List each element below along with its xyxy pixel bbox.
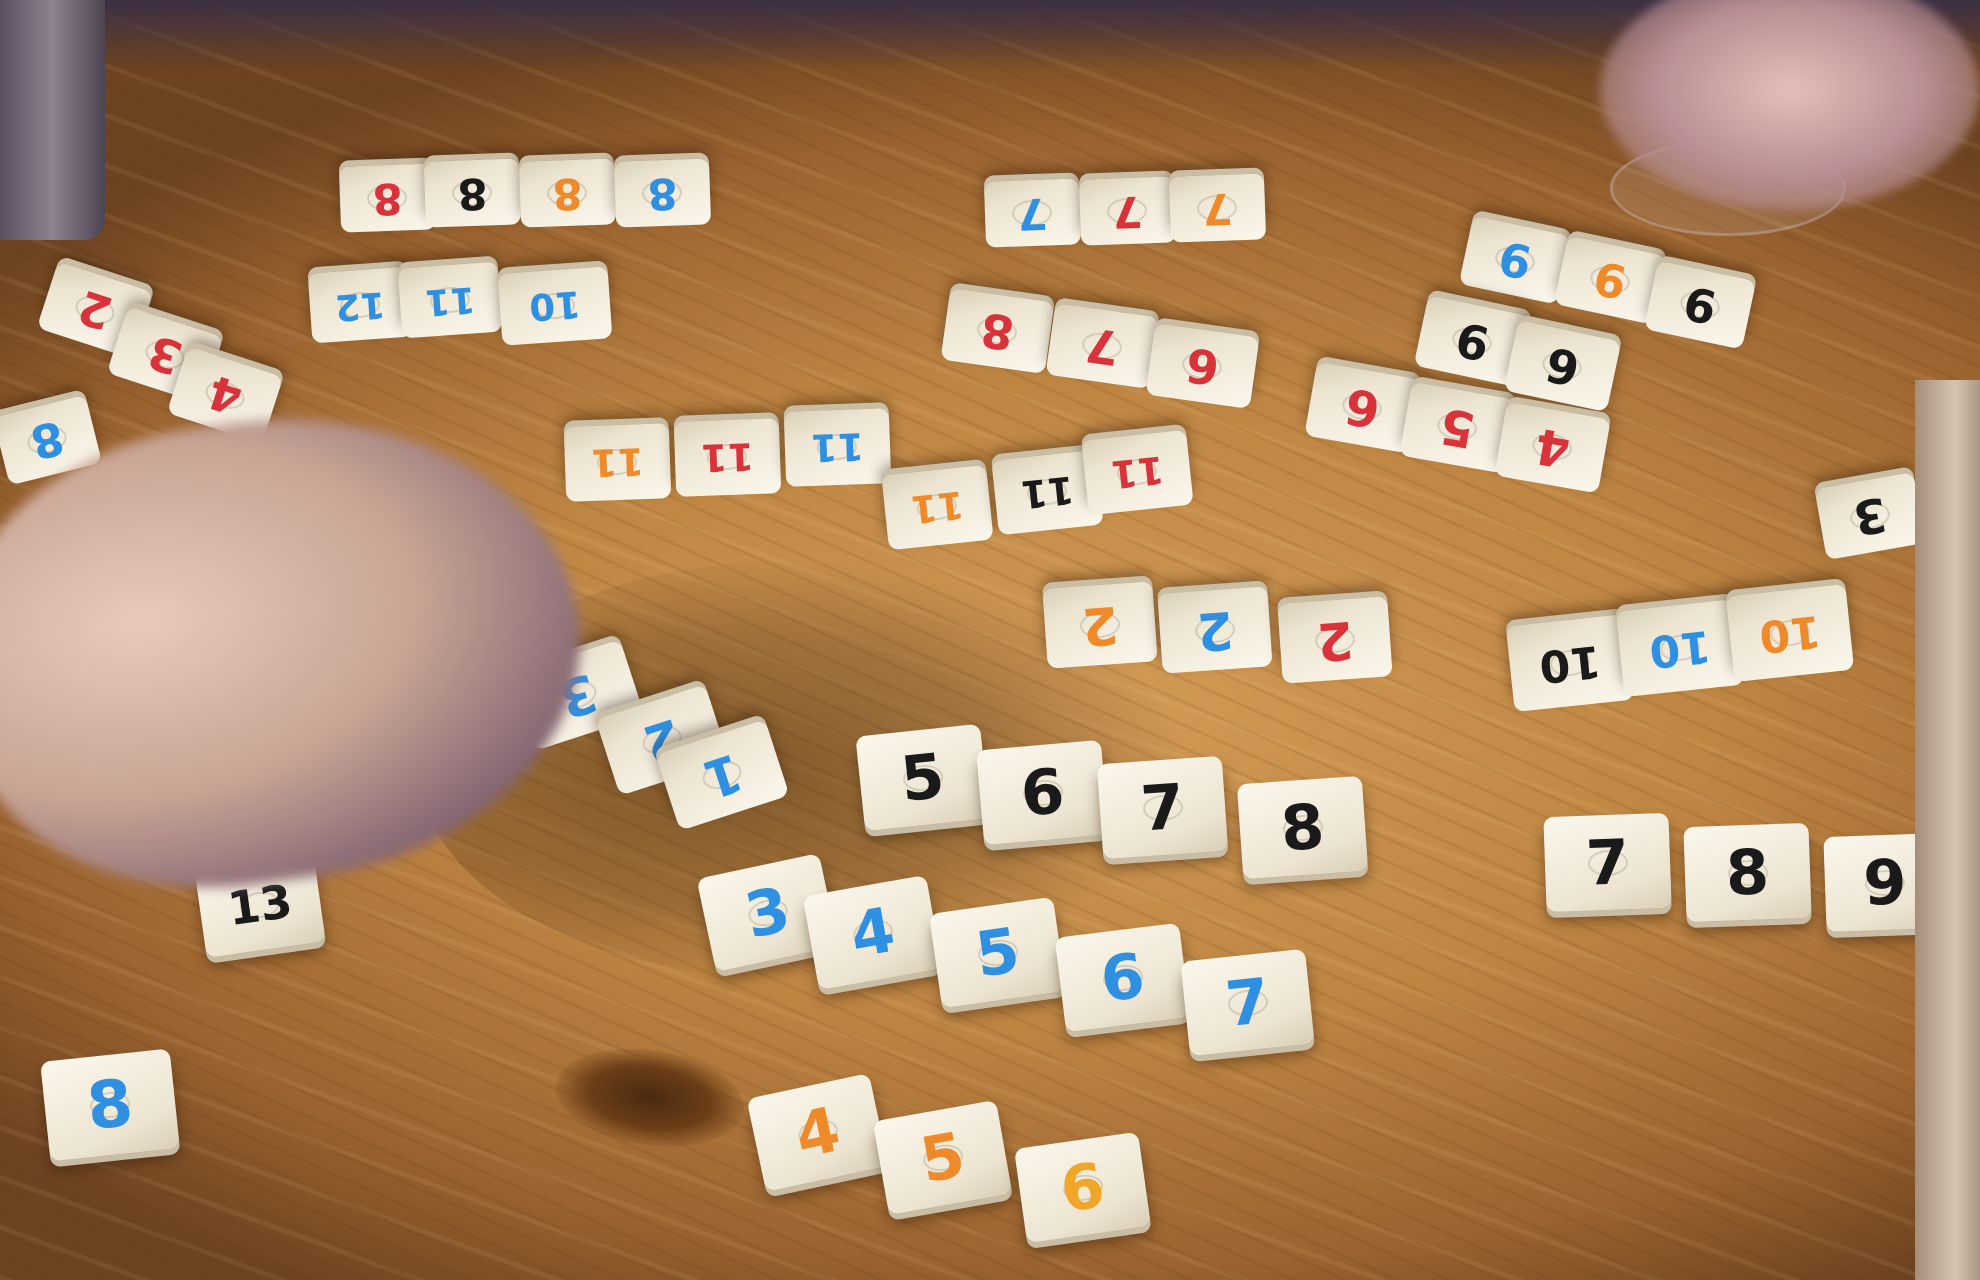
tile-number: 8 — [977, 301, 1018, 361]
tile-number: 11 — [590, 439, 645, 486]
tile-number: 6 — [1182, 336, 1223, 396]
tile-number: 8 — [646, 167, 679, 220]
tile-number: 8 — [25, 409, 70, 471]
tile-number: 6 — [1096, 938, 1149, 1016]
tile: 8 — [518, 158, 617, 228]
tile-number: 10 — [1536, 634, 1604, 693]
tile-number: 4 — [201, 364, 249, 426]
tile-number: 7 — [1201, 182, 1234, 235]
tile-number: 5 — [1435, 396, 1480, 459]
tile-number: 4 — [1530, 416, 1575, 479]
tile-number: 4 — [788, 1091, 847, 1173]
tile-number: 11 — [1018, 467, 1077, 518]
tile: 6 — [1145, 323, 1260, 409]
game-table-photo: 3456745656787891010102224321138111111111… — [0, 0, 1980, 1280]
tile: 7 — [1180, 948, 1315, 1057]
tile: 2 — [1042, 581, 1158, 669]
tile-number: 2 — [1194, 598, 1236, 662]
tile: 11 — [673, 418, 782, 497]
tile: 11 — [563, 423, 672, 502]
tile: 6 — [1054, 922, 1191, 1033]
tile-number: 10 — [1756, 604, 1824, 663]
tile: 7 — [1078, 176, 1177, 246]
tile-number: 2 — [1314, 608, 1356, 672]
tile-number: 3 — [738, 871, 797, 953]
tile-number: 4 — [844, 892, 900, 972]
tile-number: 3 — [1849, 486, 1891, 546]
tile-number: 6 — [1340, 376, 1385, 439]
tile: 5 — [928, 896, 1067, 1009]
tile: 7 — [1045, 303, 1160, 389]
tile-number: 7 — [1138, 769, 1187, 845]
tile-number: 7 — [1584, 824, 1631, 900]
tile-number: 1 — [696, 740, 749, 810]
tile: 2 — [1157, 586, 1273, 674]
tile: 10 — [1725, 583, 1855, 683]
tile: 11 — [397, 261, 503, 339]
tile-number: 11 — [1108, 447, 1167, 498]
tile-number: 10 — [1646, 619, 1714, 678]
tile-number: 7 — [1016, 187, 1049, 240]
tile-number: 2 — [1079, 593, 1121, 657]
tile-number: 6 — [1540, 335, 1585, 397]
tile-number: 5 — [897, 738, 948, 816]
tile: 7 — [1096, 755, 1229, 860]
tile: 7 — [1168, 173, 1267, 243]
tile: 6 — [1013, 1131, 1152, 1244]
tile-number: 7 — [1222, 963, 1273, 1041]
tile-number: 2 — [71, 279, 119, 341]
tile-number: 9 — [1588, 250, 1632, 310]
metal-cup — [0, 0, 105, 240]
tile: 8 — [1683, 822, 1812, 923]
tile-number: 11 — [810, 424, 865, 471]
tile: 11 — [783, 408, 892, 487]
tile: 6 — [976, 739, 1109, 846]
tile-number: 11 — [908, 482, 967, 533]
tile-number: 5 — [914, 1117, 970, 1197]
tile-number: 8 — [1278, 789, 1327, 865]
tile-number: 8 — [83, 1065, 137, 1145]
tile-number: 9 — [1862, 844, 1908, 920]
table-post — [1915, 380, 1980, 1280]
tile: 10 — [497, 266, 613, 346]
tile-number: 5 — [970, 912, 1024, 992]
tile-number: 10 — [527, 282, 583, 330]
tile-number: 11 — [700, 434, 755, 481]
tile-number: 8 — [1724, 834, 1771, 910]
tile: 8 — [613, 158, 712, 228]
tile-number: 9 — [1678, 275, 1722, 335]
tile: 11 — [1081, 429, 1194, 516]
tile: 10 — [1615, 598, 1745, 698]
tile: 2 — [1277, 596, 1393, 684]
tile: 8 — [1236, 775, 1369, 880]
tile: 7 — [1543, 812, 1672, 913]
tile-number: 9 — [1493, 230, 1537, 290]
tile-number: 8 — [456, 167, 489, 220]
tile-number: 7 — [1082, 316, 1123, 376]
tile: 7 — [983, 178, 1082, 248]
tile-number: 8 — [551, 167, 584, 220]
tile: 10 — [1505, 613, 1635, 713]
tile: 5 — [855, 723, 990, 832]
tile: 12 — [307, 266, 413, 344]
tile-number: 9 — [1450, 310, 1495, 372]
tile-number: 8 — [371, 172, 404, 225]
tile: 8 — [338, 163, 437, 233]
tile-number: 6 — [1055, 1147, 1109, 1227]
tile-number: 7 — [1111, 185, 1144, 238]
tile: 8 — [940, 288, 1055, 374]
tile: 11 — [881, 464, 994, 551]
tile-number: 12 — [333, 283, 387, 328]
tile-number: 11 — [423, 278, 477, 323]
tile-number: 6 — [1017, 753, 1068, 831]
tile: 8 — [40, 1048, 180, 1162]
tile: 8 — [423, 158, 522, 228]
